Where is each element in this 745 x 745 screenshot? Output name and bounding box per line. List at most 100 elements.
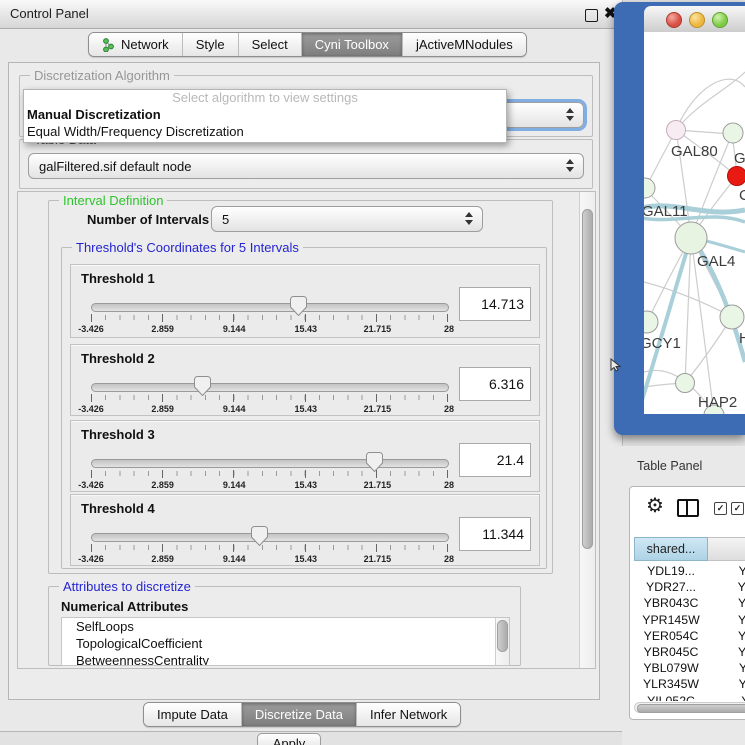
tick-label: 21.715 [364,480,392,490]
slider-track[interactable] [91,383,449,392]
table-panel-title: Table Panel [637,459,702,473]
threshold-2-label: Threshold 2 [81,351,155,366]
slider-track[interactable] [91,459,449,468]
algorithm-dropdown-popup: Select algorithm to view settings Manual… [23,89,507,143]
node-gcy1[interactable] [644,311,658,333]
table-row[interactable]: YER054CYER0 [634,628,745,644]
node-gal11[interactable] [644,178,655,198]
slider-thumb[interactable] [194,376,211,401]
tab-jactivemnodules[interactable]: jActiveMNodules [402,33,526,56]
threshold-3-slider[interactable]: -3.426 2.859 9.144 15.43 21.715 28 [91,457,449,491]
interval-group-title: Interval Definition [59,193,167,208]
node-green-right[interactable] [723,123,743,143]
settings-scrollbar[interactable] [579,192,595,668]
dropdown-option-equal-width[interactable]: Equal Width/Frequency Discretization [24,123,506,140]
threshold-4-slider[interactable]: -3.426 2.859 9.144 15.43 21.715 28 [91,531,449,565]
list-item[interactable]: SelfLoops [62,618,509,635]
table-header-row: shared... na [634,537,745,561]
tick-label: 9.144 [223,480,246,490]
tab-infer-network[interactable]: Infer Network [356,703,460,726]
threshold-4-value[interactable]: 11.344 [459,517,531,551]
list-item[interactable]: TopologicalCoefficient [62,635,509,652]
table-hscrollbar[interactable] [634,702,745,713]
tick-label: 21.715 [364,554,392,564]
split-columns-icon[interactable] [677,499,699,517]
node-gal80[interactable] [667,121,686,140]
node-gal4[interactable] [675,222,707,254]
slider-thumb[interactable] [366,452,383,477]
threshold-3-value[interactable]: 21.4 [459,443,531,477]
checkbox-icon[interactable]: ✓ [731,502,744,515]
table-data-value: galFiltered.sif default node [39,159,191,174]
tab-discretize-data[interactable]: Discretize Data [241,703,356,726]
slider-thumb[interactable] [251,526,268,551]
table-data-group: Table Data galFiltered.sif default node [19,139,593,189]
threshold-2-slider[interactable]: -3.426 2.859 9.144 15.43 21.715 28 [91,381,449,415]
tab-select[interactable]: Select [238,33,301,56]
slider-major-ticks [91,394,448,402]
table-row[interactable]: YLR345WYLR3 [634,676,745,692]
list-scrollbar[interactable] [495,618,509,665]
node-hap2[interactable] [676,374,695,393]
table-row[interactable]: YDL19...YDL1 [634,563,745,579]
table-hscroll-thumb[interactable] [637,704,745,713]
slider-track[interactable] [91,533,449,542]
slider-major-ticks [91,470,448,478]
float-window-icon[interactable] [585,9,598,22]
list-item[interactable]: BetweennessCentrality [62,652,509,666]
node-label-cut-c: C [739,187,745,204]
threshold-1-value[interactable]: 14.713 [459,287,531,321]
dropdown-option-manual[interactable]: Manual Discretization [24,106,506,123]
table-row[interactable]: YPR145WYPR1 [634,612,745,628]
threshold-4-box: Threshold 4 -3.426 2.859 9.144 15.43 21.… [70,494,540,566]
table-row[interactable]: YBR045CYBR0 [634,644,745,660]
control-panel-tabbar: Network Style Select Cyni Toolbox jActiv… [88,32,527,57]
column-header-name[interactable]: na [708,537,745,561]
slider-track[interactable] [91,303,449,312]
gear-icon[interactable]: ⚙ [646,493,664,518]
combo-arrows-icon [566,159,574,172]
attributes-group-title: Attributes to discretize [59,579,195,594]
threshold-coords-title: Threshold's Coordinates for 5 Intervals [72,240,303,255]
table-row[interactable]: YBL079WYBL0 [634,660,745,676]
tick-label: 28 [444,324,454,334]
network-canvas[interactable]: GAL80 GA C GAL11 GAL4 GCY1 H HAP2 [644,32,745,414]
table-row[interactable]: YDR27...YDR2 [634,579,745,595]
tab-network-label: Network [121,37,169,52]
settings-scroll-thumb[interactable] [582,209,593,549]
tab-style[interactable]: Style [182,33,238,56]
algorithm-group-title: Discretization Algorithm [30,68,174,83]
tick-label: 28 [444,554,454,564]
tab-impute-data[interactable]: Impute Data [144,703,241,726]
tick-label: 28 [444,480,454,490]
node-hap-right[interactable] [720,305,744,329]
node-label-cut-h: H [739,330,745,347]
close-traffic-light-icon[interactable] [666,12,682,28]
table-row[interactable]: YBR043CYBR0 [634,595,745,611]
threshold-1-box: Threshold 1 -3.426 2.859 9.144 15.43 21.… [70,264,540,338]
apply-button[interactable]: Apply [257,733,321,745]
threshold-1-slider[interactable]: -3.426 2.859 9.144 15.43 21.715 28 [91,301,449,335]
table-data-combobox[interactable]: galFiltered.sif default node [28,153,584,179]
tick-label: 2.859 [151,324,174,334]
tab-cyni-toolbox[interactable]: Cyni Toolbox [301,33,402,56]
tab-network[interactable]: Network [89,33,182,56]
threshold-2-value[interactable]: 6.316 [459,367,531,401]
num-intervals-value: 5 [222,212,229,227]
checkbox-icon[interactable]: ✓ [714,502,727,515]
slider-thumb[interactable] [290,296,307,321]
table-row[interactable]: YIL052CYIL0 [634,693,745,702]
screen: Control Panel ✖ Network Style Select Cyn… [0,0,745,745]
tick-label: 15.43 [295,554,318,564]
zoom-traffic-light-icon[interactable] [712,12,728,28]
table-panel: Table Panel ⚙ ✓ ✓ shared... na YDL19...Y… [622,446,745,745]
node-red-selected[interactable] [728,167,745,186]
node-label-hap2: HAP2 [698,394,737,411]
table-panel-inner: ⚙ ✓ ✓ shared... na YDL19...YDL1 YDR27...… [629,486,745,720]
node-label-gcy1: GCY1 [644,335,681,352]
column-header-shared-name[interactable]: shared... [634,537,708,561]
cyni-bottom-tabbar: Impute Data Discretize Data Infer Networ… [143,702,461,727]
minimize-traffic-light-icon[interactable] [689,12,705,28]
list-scroll-thumb[interactable] [497,620,508,652]
num-intervals-combobox[interactable]: 5 [211,206,483,232]
